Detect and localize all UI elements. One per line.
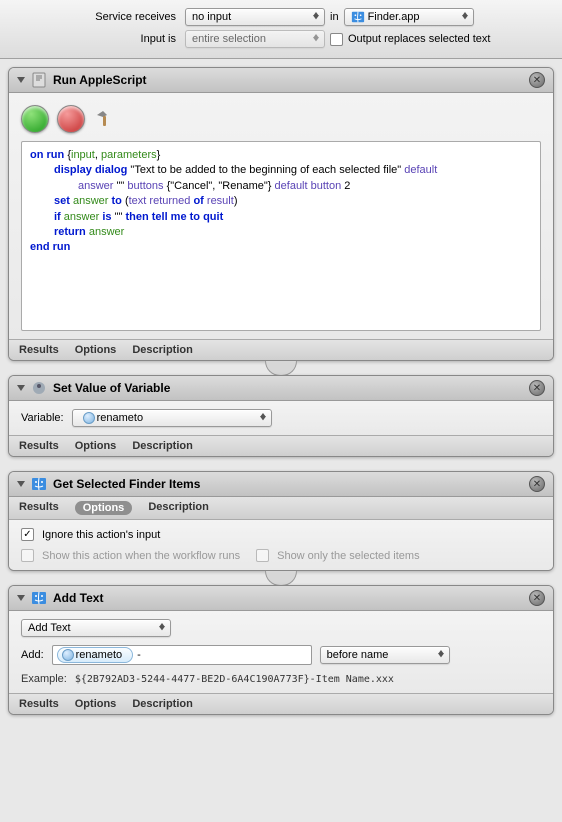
input-is-label: Input is (10, 33, 180, 45)
variable-token[interactable]: renameto (57, 647, 133, 663)
results-tab[interactable]: Results (19, 344, 59, 356)
results-tab[interactable]: Results (19, 698, 59, 710)
addtext-mode-select[interactable]: Add Text (21, 619, 171, 637)
show-selected-checkbox (256, 549, 269, 562)
action-add-text: Add Text ✕ Add Text Add: renameto - befo… (8, 585, 554, 715)
close-action-button[interactable]: ✕ (529, 590, 545, 606)
input-is-select: entire selection (185, 30, 325, 48)
applescript-icon (31, 72, 47, 88)
script-editor[interactable]: on run {input, parameters} display dialo… (21, 141, 541, 331)
options-tab[interactable]: Options (75, 440, 117, 452)
options-tab[interactable]: Options (75, 344, 117, 356)
close-action-button[interactable]: ✕ (529, 380, 545, 396)
compile-script-button[interactable] (93, 105, 117, 133)
example-label: Example: (21, 673, 67, 685)
service-receives-label: Service receives (10, 11, 180, 23)
show-selected-label: Show only the selected items (277, 550, 419, 562)
options-tab[interactable]: Options (75, 698, 117, 710)
disclosure-icon[interactable] (17, 595, 25, 601)
variable-select[interactable]: renameto (72, 409, 272, 427)
run-script-button[interactable] (21, 105, 49, 133)
action-title: Add Text (53, 591, 523, 605)
show-when-runs-label: Show this action when the workflow runs (42, 550, 240, 562)
action-header[interactable]: Set Value of Variable ✕ (9, 376, 553, 401)
description-tab[interactable]: Description (132, 698, 193, 710)
automator-icon (31, 380, 47, 396)
close-action-button[interactable]: ✕ (529, 476, 545, 492)
disclosure-icon[interactable] (17, 481, 25, 487)
close-action-button[interactable]: ✕ (529, 72, 545, 88)
connector-icon (8, 361, 554, 375)
action-body: on run {input, parameters} display dialo… (9, 93, 553, 339)
variable-label: Variable: (21, 412, 64, 424)
ignore-input-checkbox[interactable] (21, 528, 34, 541)
in-label: in (330, 11, 339, 23)
stop-script-button[interactable] (57, 105, 85, 133)
position-select[interactable]: before name (320, 646, 450, 664)
action-run-applescript: Run AppleScript ✕ on run {input, paramet… (8, 67, 554, 361)
finder-icon (31, 590, 47, 606)
output-replaces-checkbox[interactable] (330, 33, 343, 46)
options-tab[interactable]: Options (75, 501, 133, 515)
action-set-variable: Set Value of Variable ✕ Variable: rename… (8, 375, 554, 457)
disclosure-icon[interactable] (17, 385, 25, 391)
workflow-workspace: Run AppleScript ✕ on run {input, paramet… (0, 59, 562, 737)
action-title: Get Selected Finder Items (53, 477, 523, 491)
connector-icon (8, 571, 554, 585)
finder-icon (31, 476, 47, 492)
description-tab[interactable]: Description (132, 440, 193, 452)
results-tab[interactable]: Results (19, 440, 59, 452)
action-header[interactable]: Run AppleScript ✕ (9, 68, 553, 93)
action-header[interactable]: Get Selected Finder Items ✕ (9, 472, 553, 497)
ignore-input-label: Ignore this action's input (42, 529, 160, 541)
action-get-finder-items: Get Selected Finder Items ✕ Results Opti… (8, 471, 554, 571)
service-config-toolbar: Service receives no input in Finder.app … (0, 0, 562, 59)
add-text-field[interactable]: renameto - (52, 645, 312, 665)
action-title: Run AppleScript (53, 73, 523, 87)
disclosure-icon[interactable] (17, 77, 25, 83)
action-title: Set Value of Variable (53, 381, 523, 395)
action-header[interactable]: Add Text ✕ (9, 586, 553, 611)
output-replaces-label: Output replaces selected text (348, 33, 490, 45)
description-tab[interactable]: Description (132, 344, 193, 356)
add-label: Add: (21, 649, 44, 661)
description-tab[interactable]: Description (148, 501, 209, 515)
service-receives-select[interactable]: no input (185, 8, 325, 26)
app-select[interactable]: Finder.app (344, 8, 474, 26)
show-when-runs-checkbox (21, 549, 34, 562)
results-tab[interactable]: Results (19, 501, 59, 515)
finder-app-icon (351, 10, 365, 24)
example-value: ${2B792AD3-5244-4477-BE2D-6A4C190A773F}-… (75, 674, 394, 685)
